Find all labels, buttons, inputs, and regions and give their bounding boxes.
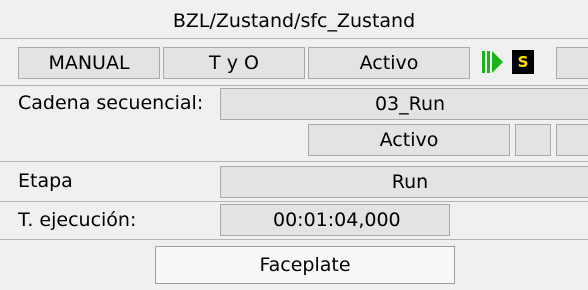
sfc-status-panel: BZL/Zustand/sfc_Zustand MANUAL T y O Act… <box>0 0 588 290</box>
divider <box>0 201 588 202</box>
run-icon <box>482 51 503 73</box>
divider <box>0 239 588 240</box>
exec-time-label: T. ejecución: <box>18 209 137 231</box>
sequence-status-extra-2 <box>556 124 588 156</box>
step-label: Etapa <box>18 170 73 192</box>
status-extra-field <box>556 47 588 79</box>
divider <box>0 38 588 39</box>
sequence-label: Cadena secuencial: <box>18 92 204 114</box>
s-badge: S <box>512 50 534 74</box>
operation-field: T y O <box>163 47 305 79</box>
divider <box>0 85 588 86</box>
faceplate-button[interactable]: Faceplate <box>155 246 455 284</box>
status-field: Activo <box>308 47 470 79</box>
panel-title: BZL/Zustand/sfc_Zustand <box>172 10 416 32</box>
sequence-status-field: Activo <box>308 124 510 156</box>
sequence-status-extra-1 <box>515 124 551 156</box>
sequence-value: 03_Run <box>220 88 588 120</box>
mode-field: MANUAL <box>18 47 160 79</box>
divider <box>0 161 588 162</box>
exec-time-value: 00:01:04,000 <box>220 204 450 236</box>
step-value: Run <box>220 166 588 198</box>
